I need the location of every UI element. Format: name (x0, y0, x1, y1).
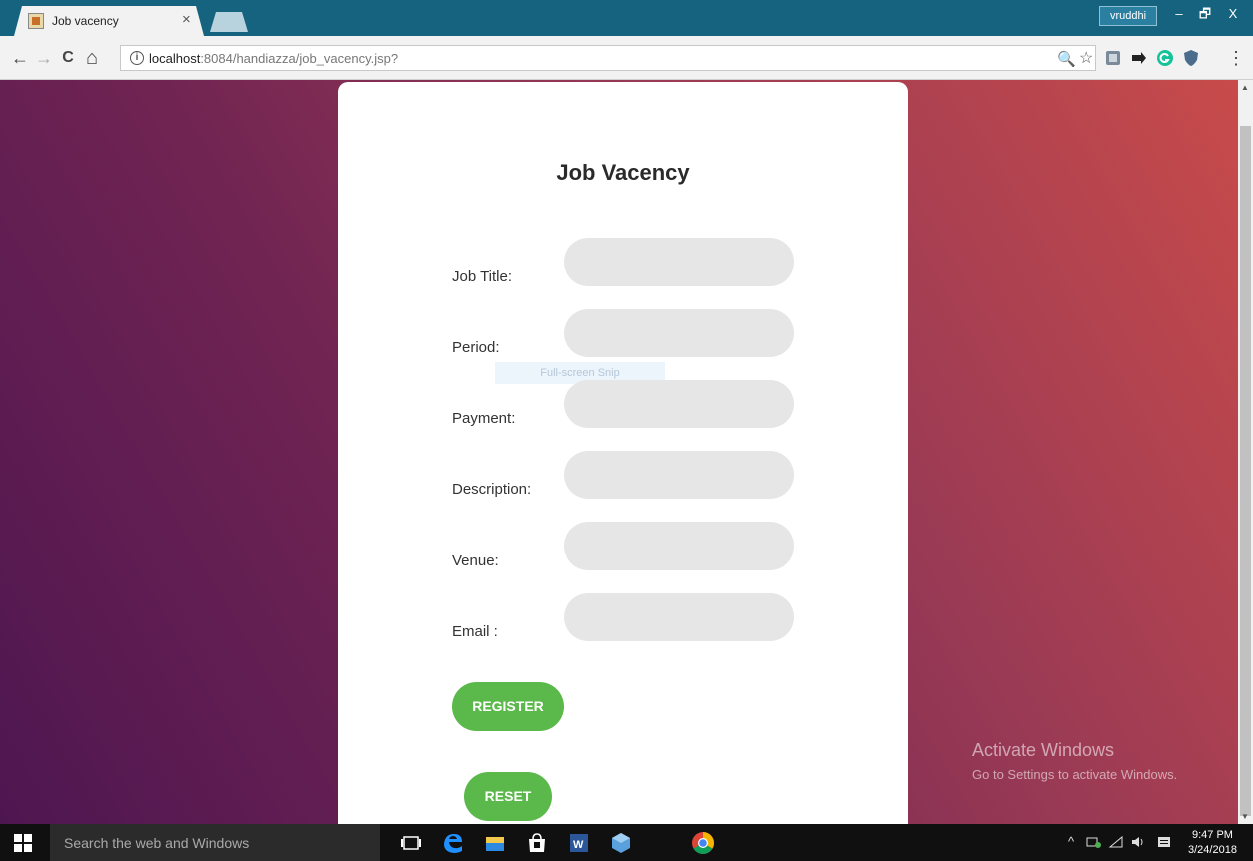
email-label: Email : (452, 623, 498, 640)
zoom-icon[interactable]: 🔍 (1057, 50, 1076, 68)
word-icon[interactable]: W (566, 830, 592, 856)
watermark-title: Activate Windows (972, 740, 1115, 760)
period-row: Period: (338, 309, 908, 359)
browser-toolbar: ← → C ⌂ i localhost:8084/handiazza/job_v… (0, 36, 1253, 80)
taskbar-search[interactable]: Search the web and Windows (50, 824, 380, 861)
tray-chevron-icon[interactable]: ^ (1068, 834, 1074, 849)
task-view-icon[interactable] (398, 830, 424, 856)
job-title-label: Job Title: (452, 268, 513, 285)
edge-browser-icon[interactable] (440, 830, 466, 856)
description-input[interactable] (564, 451, 794, 499)
home-icon[interactable]: ⌂ (82, 48, 102, 68)
virtualbox-icon[interactable] (608, 830, 634, 856)
period-input[interactable] (564, 309, 794, 357)
close-window-button[interactable]: X (1220, 4, 1246, 24)
store-icon[interactable] (524, 830, 550, 856)
email-row: Email : (338, 593, 908, 643)
activate-windows-watermark: Activate Windows Go to Settings to activ… (972, 740, 1177, 782)
reset-button[interactable]: RESET (464, 772, 552, 821)
job-title-input[interactable] (564, 238, 794, 286)
shield-extension-icon[interactable] (1182, 49, 1200, 67)
payment-row: Payment: (338, 380, 908, 430)
clock-date: 3/24/2018 (1188, 844, 1237, 856)
email-input[interactable] (564, 593, 794, 641)
browser-menu-icon[interactable]: ⋮ (1226, 48, 1246, 68)
taskbar-search-placeholder: Search the web and Windows (64, 835, 250, 851)
page-title: Job Vacency (556, 160, 690, 185)
page-favicon-icon (28, 13, 44, 29)
bookmark-star-icon[interactable]: ☆ (1079, 48, 1093, 68)
watermark-subtitle: Go to Settings to activate Windows. (972, 767, 1178, 782)
page-scrollbar[interactable]: ▲ ▼ (1238, 80, 1253, 824)
description-row: Description: (338, 451, 908, 501)
volume-icon[interactable] (1130, 834, 1146, 850)
period-label: Period: (452, 339, 500, 356)
share-arrow-icon[interactable] (1130, 49, 1148, 67)
site-info-icon[interactable]: i (130, 51, 144, 65)
extension-square-icon[interactable] (1104, 49, 1122, 67)
grammarly-icon[interactable] (1156, 49, 1174, 67)
venue-input[interactable] (564, 522, 794, 570)
payment-input[interactable] (564, 380, 794, 428)
back-icon[interactable]: ← (10, 48, 30, 68)
url-text: localhost:8084/handiazza/job_vacency.jsp… (149, 51, 399, 66)
job-vacancy-form-card: Job Vacency Job Title: Period: Full-scre… (338, 82, 908, 824)
windows-start-icon[interactable] (14, 834, 32, 852)
job-title-row: Job Title: (338, 238, 908, 288)
forward-icon[interactable]: → (34, 48, 54, 68)
scroll-down-icon[interactable]: ▼ (1241, 812, 1249, 821)
chrome-icon[interactable] (690, 830, 716, 856)
notifications-icon[interactable] (1156, 834, 1172, 850)
scroll-thumb[interactable] (1240, 126, 1251, 816)
description-label: Description: (452, 481, 532, 498)
network-icon[interactable] (1086, 834, 1102, 850)
restore-button[interactable]: 🗗 (1192, 4, 1218, 24)
file-explorer-icon[interactable] (482, 830, 508, 856)
scroll-up-icon[interactable]: ▲ (1241, 83, 1249, 92)
venue-row: Venue: (338, 522, 908, 572)
tab-close-icon[interactable]: × (182, 11, 191, 28)
new-tab-button[interactable] (210, 12, 248, 32)
wifi-icon[interactable] (1108, 834, 1124, 850)
page-viewport: Job Vacency Job Title: Period: Full-scre… (0, 80, 1238, 824)
address-bar[interactable]: i localhost:8084/handiazza/job_vacency.j… (120, 45, 1096, 71)
taskbar: Search the web and Windows W ^ 9:47 PM 3… (0, 824, 1253, 861)
tab-title: Job vacency (52, 14, 119, 28)
browser-tab-strip: Job vacency × vruddhi – 🗗 X (0, 0, 1253, 36)
payment-label: Payment: (452, 410, 516, 427)
reload-icon[interactable]: C (58, 48, 78, 68)
clock-time: 9:47 PM (1191, 829, 1233, 841)
browser-tab[interactable]: Job vacency × (14, 6, 204, 36)
system-clock[interactable]: 9:47 PM 3/24/2018 (1188, 828, 1237, 858)
register-button[interactable]: REGISTER (452, 682, 564, 731)
svg-text:W: W (573, 839, 584, 851)
profile-user-button[interactable]: vruddhi (1099, 6, 1157, 26)
minimize-button[interactable]: – (1166, 4, 1192, 24)
venue-label: Venue: (452, 552, 499, 569)
